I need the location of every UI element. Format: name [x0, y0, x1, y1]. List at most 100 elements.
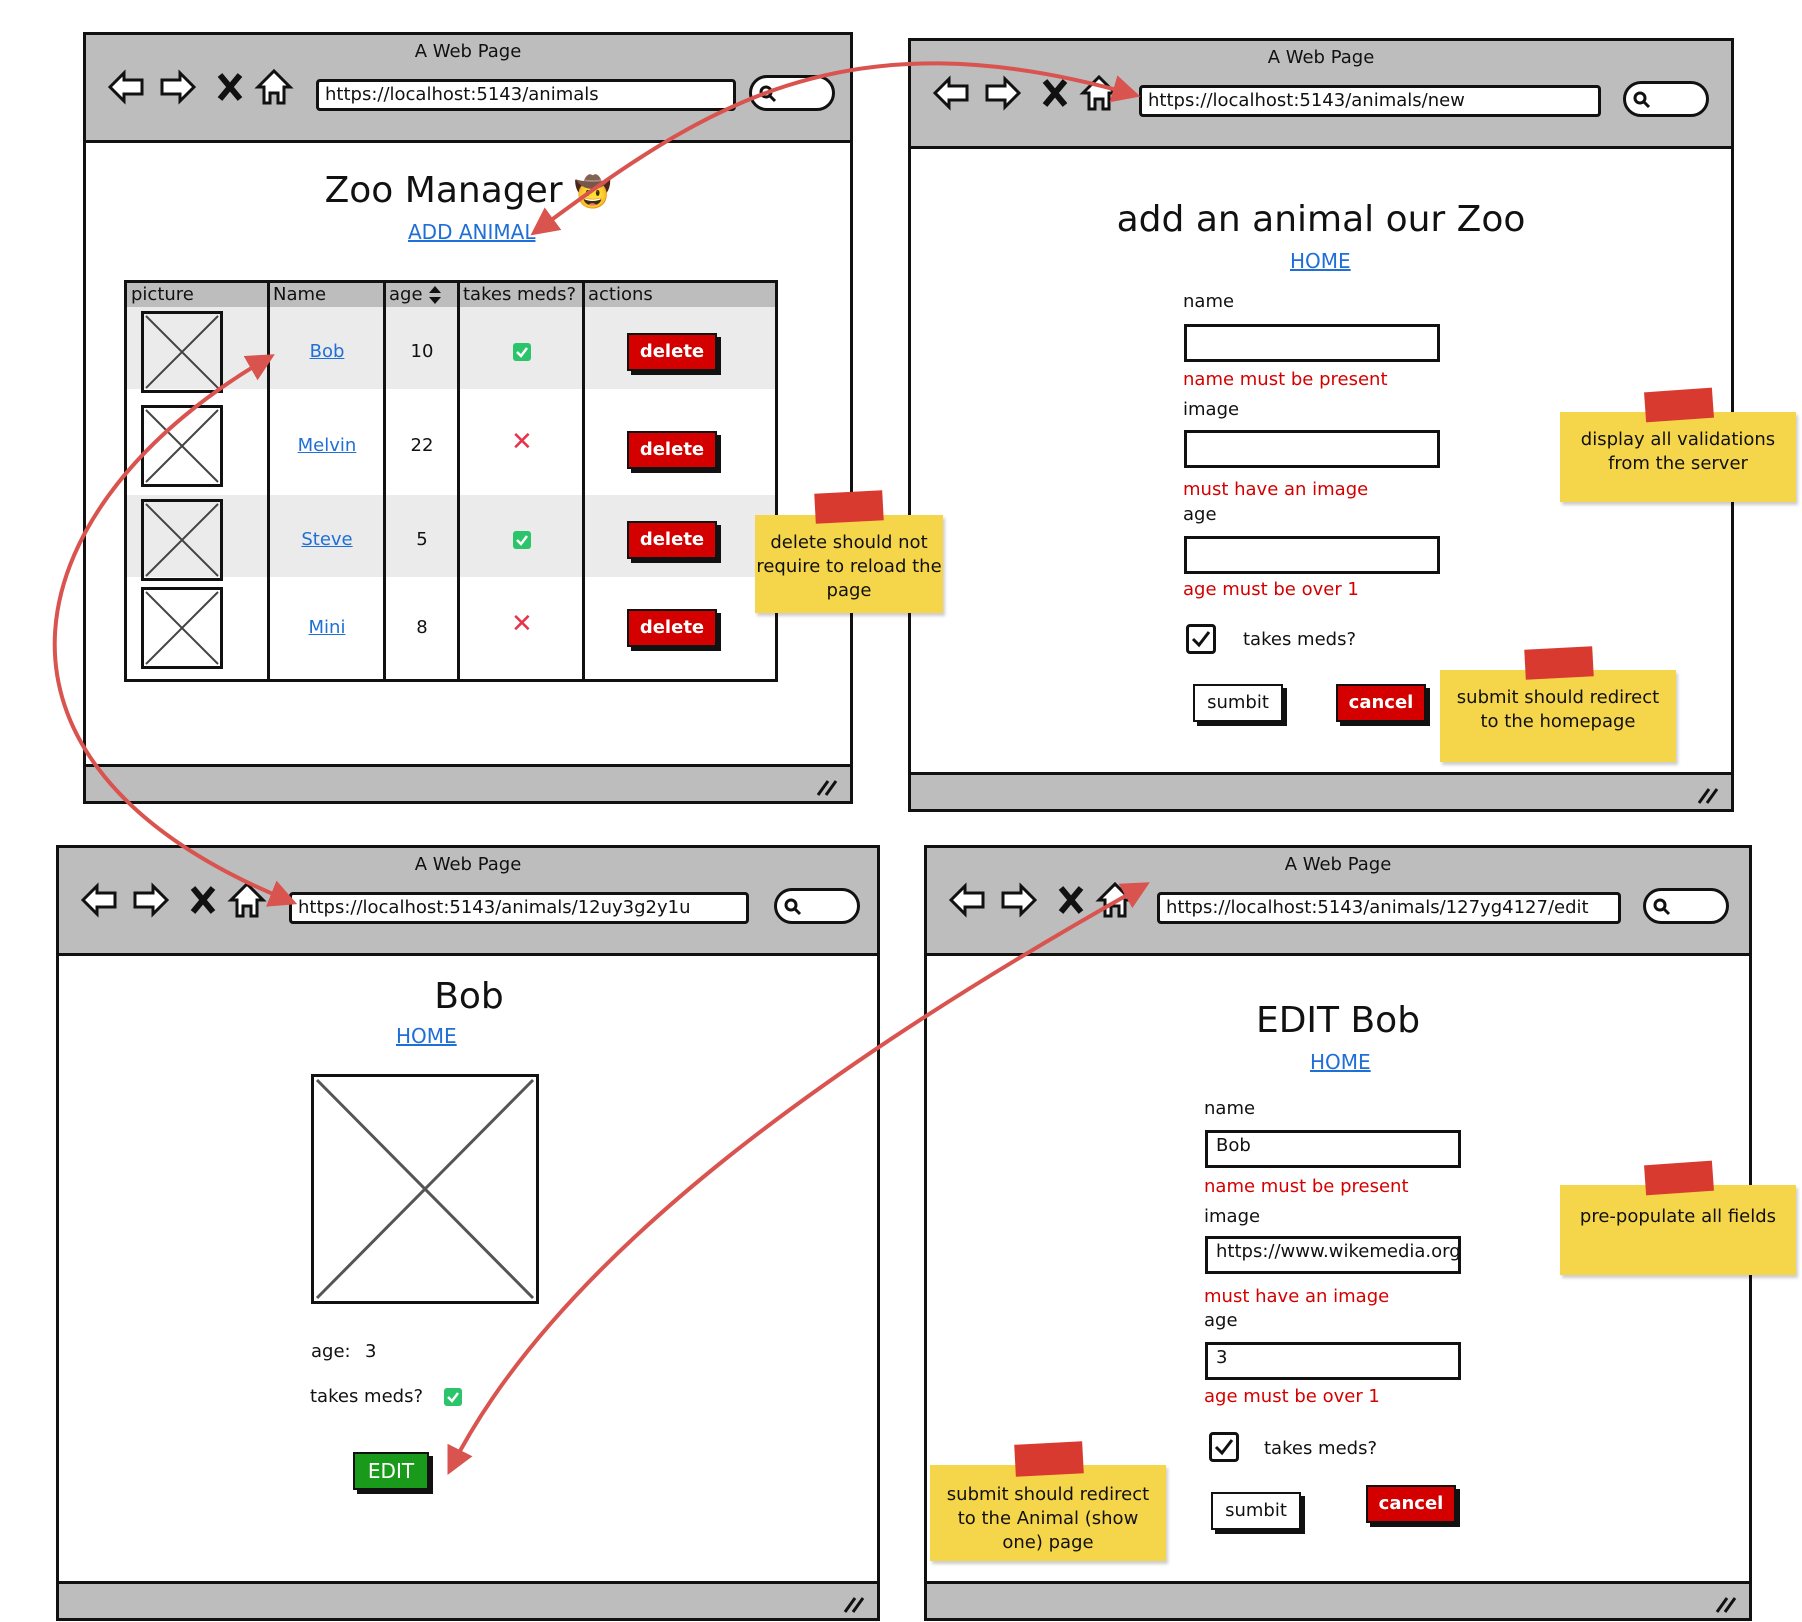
- search-box[interactable]: [774, 888, 860, 924]
- name-field[interactable]: Bob: [1205, 1130, 1461, 1168]
- search-icon: [784, 898, 802, 916]
- window-title: A Web Page: [414, 41, 522, 62]
- tape: [1644, 387, 1714, 423]
- browser-toolbar: A Web Page https://localhost:5143/animal…: [86, 35, 850, 143]
- image-field[interactable]: https://www.wikemedia.org: [1205, 1236, 1461, 1274]
- back-arrow-icon[interactable]: [79, 880, 119, 920]
- name-field[interactable]: [1184, 324, 1440, 362]
- resize-grip-icon[interactable]: [814, 775, 840, 797]
- close-icon[interactable]: [183, 880, 223, 920]
- submit-button[interactable]: sumbit: [1193, 684, 1283, 722]
- column-divider: [383, 283, 386, 679]
- check-icon: [513, 531, 531, 549]
- animal-name-link[interactable]: Melvin: [269, 435, 385, 456]
- age-field[interactable]: [1184, 536, 1440, 574]
- resize-grip-icon[interactable]: [841, 1592, 867, 1614]
- check-icon: [444, 1388, 462, 1406]
- name-error: name must be present: [1204, 1176, 1409, 1197]
- home-link[interactable]: HOME: [1290, 249, 1351, 273]
- age-label: age:: [311, 1341, 351, 1362]
- search-box[interactable]: [1643, 888, 1729, 924]
- edit-button[interactable]: EDIT: [353, 1452, 429, 1490]
- home-icon[interactable]: [254, 67, 294, 107]
- close-icon[interactable]: [1035, 73, 1075, 113]
- image-placeholder-icon: [141, 405, 223, 487]
- delete-button[interactable]: delete: [627, 333, 717, 371]
- image-label: image: [1204, 1206, 1261, 1227]
- address-bar[interactable]: https://localhost:5143/animals/new: [1139, 85, 1601, 117]
- image-error: must have an image: [1204, 1286, 1390, 1307]
- name-label: name: [1183, 291, 1235, 312]
- takes-meds-checkbox[interactable]: [1209, 1432, 1239, 1462]
- resize-grip-icon[interactable]: [1695, 783, 1721, 805]
- sort-icon[interactable]: [428, 285, 442, 305]
- back-arrow-icon[interactable]: [947, 880, 987, 920]
- resize-grip-icon[interactable]: [1713, 1592, 1739, 1614]
- animal-name-link[interactable]: Bob: [269, 341, 385, 362]
- image-placeholder-icon: [141, 311, 223, 393]
- column-header-age[interactable]: age: [385, 283, 459, 307]
- back-arrow-icon[interactable]: [931, 73, 971, 113]
- forward-arrow-icon[interactable]: [158, 67, 198, 107]
- home-icon[interactable]: [227, 880, 267, 920]
- column-divider: [457, 283, 460, 679]
- search-icon: [1633, 91, 1651, 109]
- takes-meds-label: takes meds?: [310, 1386, 424, 1407]
- close-icon[interactable]: [210, 67, 250, 107]
- sticky-note-delete: delete should not require to reload the …: [755, 515, 943, 613]
- sticky-note-submit-home: submit should redirect to the homepage: [1440, 670, 1676, 762]
- address-bar[interactable]: https://localhost:5143/animals: [316, 79, 736, 111]
- age-value: 3: [365, 1341, 377, 1362]
- browser-statusbar: [911, 772, 1731, 809]
- home-link[interactable]: HOME: [396, 1024, 457, 1048]
- sticky-note-validations: display all validations from the server: [1560, 412, 1796, 502]
- takes-meds-label: takes meds?: [1243, 629, 1357, 650]
- browser-toolbar: A Web Page https://localhost:5143/animal…: [927, 848, 1749, 956]
- search-box[interactable]: [749, 75, 835, 111]
- animal-name-link[interactable]: Steve: [269, 529, 385, 550]
- image-placeholder-icon: [311, 1074, 539, 1304]
- delete-button[interactable]: delete: [627, 431, 717, 469]
- forward-arrow-icon[interactable]: [983, 73, 1023, 113]
- cancel-button[interactable]: cancel: [1366, 1485, 1456, 1523]
- window-title: A Web Page: [1284, 854, 1392, 875]
- animal-age: 5: [416, 529, 428, 550]
- close-icon[interactable]: [1051, 880, 1091, 920]
- image-placeholder-icon: [141, 587, 223, 669]
- delete-button[interactable]: delete: [627, 609, 717, 647]
- image-field[interactable]: [1184, 430, 1440, 468]
- column-header-actions: actions: [584, 283, 775, 307]
- check-icon: [1191, 631, 1211, 648]
- column-header-takes-meds: takes meds?: [459, 283, 584, 307]
- browser-statusbar: [927, 1581, 1749, 1618]
- browser-toolbar: A Web Page https://localhost:5143/animal…: [59, 848, 877, 956]
- tape: [814, 490, 884, 524]
- cross-icon: ✕: [511, 427, 533, 457]
- home-icon[interactable]: [1079, 73, 1119, 113]
- animal-name-link[interactable]: Mini: [269, 617, 385, 638]
- animal-age: 8: [416, 617, 428, 638]
- search-box[interactable]: [1623, 81, 1709, 117]
- forward-arrow-icon[interactable]: [131, 880, 171, 920]
- check-icon: [513, 343, 531, 361]
- submit-button[interactable]: sumbit: [1211, 1492, 1301, 1530]
- browser-window-show-animal: A Web Page https://localhost:5143/animal…: [56, 845, 880, 1621]
- add-animal-link[interactable]: ADD ANIMAL: [408, 220, 535, 244]
- home-link[interactable]: HOME: [1310, 1050, 1371, 1074]
- table-row: Bob 10 delete: [127, 307, 775, 393]
- back-arrow-icon[interactable]: [106, 67, 146, 107]
- forward-arrow-icon[interactable]: [999, 880, 1039, 920]
- address-bar[interactable]: https://localhost:5143/animals/127yg4127…: [1157, 892, 1621, 924]
- home-icon[interactable]: [1095, 880, 1135, 920]
- takes-meds-label: takes meds?: [1264, 1438, 1378, 1459]
- tape: [1524, 646, 1594, 680]
- column-divider: [582, 283, 585, 679]
- tape: [1644, 1160, 1714, 1196]
- takes-meds-checkbox[interactable]: [1186, 624, 1216, 654]
- page-title: add an animal our Zoo: [1116, 199, 1526, 240]
- address-bar[interactable]: https://localhost:5143/animals/12uy3g2y1…: [289, 892, 749, 924]
- delete-button[interactable]: delete: [627, 521, 717, 559]
- age-field[interactable]: 3: [1205, 1342, 1461, 1380]
- cancel-button[interactable]: cancel: [1336, 684, 1426, 722]
- name-error: name must be present: [1183, 369, 1388, 390]
